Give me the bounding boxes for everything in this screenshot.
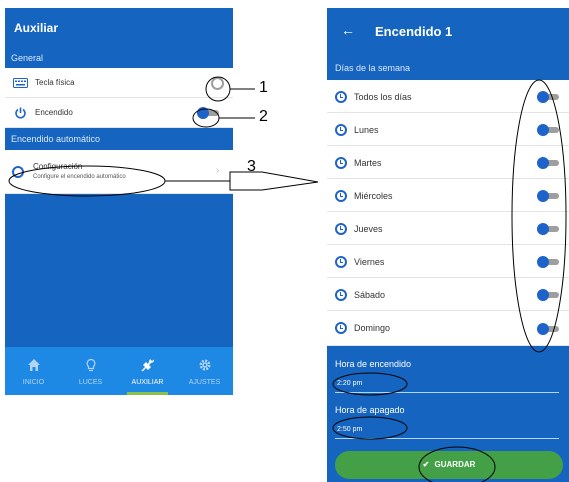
row-encendido[interactable]: Encendido (5, 98, 233, 128)
page-title: Auxiliar (14, 21, 59, 35)
clock-icon (335, 223, 347, 235)
day-label: Martes (354, 158, 382, 168)
power-icon (15, 107, 26, 119)
off-time-input[interactable]: 2:50 pm (337, 426, 362, 433)
bulb-icon (86, 358, 95, 372)
encendido-label: Encendido (35, 108, 73, 117)
back-arrow-icon[interactable]: ← (341, 22, 355, 38)
left-screen: Auxiliar General Tecla física Encendido … (5, 8, 233, 395)
tecla-fisica-label: Tecla física (35, 78, 75, 87)
clock-icon (335, 124, 347, 136)
day-label: Domingo (354, 323, 391, 333)
on-time-underline (335, 392, 559, 393)
clock-icon (335, 322, 347, 334)
callout-number-3: 3 (247, 158, 256, 175)
day-toggle[interactable] (537, 157, 561, 169)
day-row-lunes[interactable]: Lunes (327, 113, 569, 146)
off-time-label: Hora de apagado (335, 405, 405, 415)
day-label: Lunes (354, 125, 379, 135)
day-row-miercoles[interactable]: Miércoles (327, 179, 569, 212)
home-icon (27, 359, 40, 371)
callout-number-2: 2 (259, 108, 268, 125)
tecla-fisica-radio[interactable] (211, 77, 224, 90)
row-tecla-fisica[interactable]: Tecla física (5, 68, 233, 98)
right-screen: ← Encendido 1 Días de la semana Todos lo… (327, 8, 569, 482)
day-row-domingo[interactable]: Domingo (327, 311, 569, 346)
day-toggle[interactable] (537, 323, 561, 335)
day-label: Viernes (354, 257, 385, 267)
section-header-days: Días de la semana (327, 56, 569, 80)
day-label: Miércoles (354, 191, 393, 201)
clock-icon (335, 289, 347, 301)
day-toggle[interactable] (537, 256, 561, 268)
configuracion-subtitle: Configure el encendido automático (33, 174, 126, 180)
clock-icon (335, 256, 347, 268)
day-toggle[interactable] (537, 124, 561, 136)
encendido-toggle[interactable] (197, 107, 221, 119)
arrow-3 (229, 171, 319, 191)
day-toggle[interactable] (537, 190, 561, 202)
day-row-viernes[interactable]: Viernes (327, 245, 569, 278)
nav-label-luces: LUCES (78, 379, 103, 386)
configuracion-title: Configuración (33, 162, 83, 171)
page-title-right: Encendido 1 (375, 24, 453, 39)
keyboard-icon (13, 78, 28, 88)
off-time-underline (335, 438, 559, 439)
day-row-sabado[interactable]: Sábado (327, 278, 569, 311)
day-row-jueves[interactable]: Jueves (327, 212, 569, 245)
chevron-right-icon: › (216, 165, 220, 176)
save-label: GUARDAR (434, 460, 476, 469)
clock-icon (12, 166, 24, 178)
clock-icon (335, 91, 347, 103)
section-header-auto: Encendido automático (5, 128, 233, 150)
clock-icon (335, 157, 347, 169)
clock-icon (335, 190, 347, 202)
day-toggle[interactable] (537, 91, 561, 103)
nav-tab-inicio[interactable]: INICIO (5, 347, 62, 395)
on-time-input[interactable]: 2:20 pm (337, 380, 362, 387)
day-toggle[interactable] (537, 223, 561, 235)
nav-label-auxiliar: AUXILIAR (131, 379, 164, 386)
day-label: Sábado (354, 290, 386, 300)
empty-area (5, 194, 233, 347)
nav-tab-luces[interactable]: LUCES (62, 347, 119, 395)
app-bar-right: ← Encendido 1 (327, 8, 569, 56)
check-icon: ✔ (422, 460, 430, 469)
callout-number-1: 1 (259, 79, 268, 96)
nav-label-inicio: INICIO (22, 379, 45, 386)
on-time-label: Hora de encendido (335, 359, 412, 369)
plug-icon (141, 359, 154, 372)
app-bar: Auxiliar (5, 8, 233, 49)
day-label: Todos los días (354, 92, 412, 102)
bottom-nav: INICIO LUCES AUXILIAR AJUSTES (5, 347, 233, 395)
day-row-todos[interactable]: Todos los días (327, 80, 569, 113)
day-label: Jueves (354, 224, 383, 234)
nav-tab-auxiliar[interactable]: AUXILIAR (119, 347, 176, 395)
gear-icon (199, 359, 210, 371)
day-toggle[interactable] (537, 289, 561, 301)
section-header-general: General (5, 49, 233, 68)
row-configuracion[interactable]: Configuración Configure el encendido aut… (5, 150, 233, 194)
nav-tab-ajustes[interactable]: AJUSTES (176, 347, 233, 395)
day-row-martes[interactable]: Martes (327, 146, 569, 179)
nav-label-ajustes: AJUSTES (188, 379, 221, 386)
save-button[interactable]: ✔ GUARDAR (335, 451, 563, 479)
